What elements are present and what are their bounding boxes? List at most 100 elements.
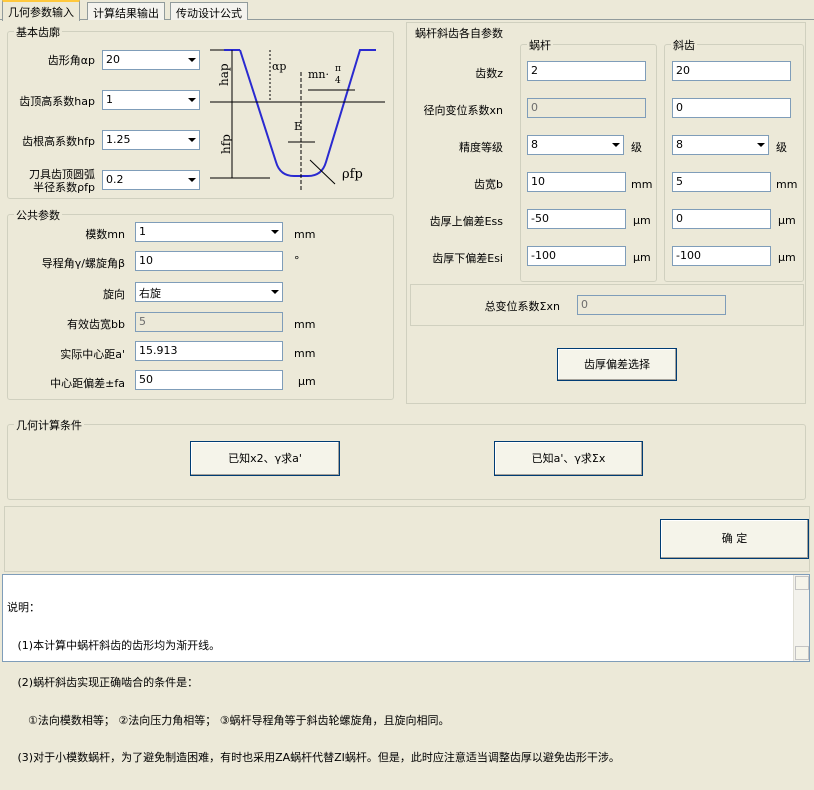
tab-design-formulas[interactable]: 传动设计公式	[170, 2, 248, 20]
addendum-coef-label: 齿顶高系数hap	[19, 95, 95, 108]
dedendum-coef-select[interactable]: 1.25	[102, 130, 200, 150]
worm-header: 蜗杆	[527, 37, 553, 53]
hap-text: hap	[217, 63, 231, 86]
grade-label: 精度等级	[459, 141, 503, 154]
gear-width-input[interactable]: 5	[672, 172, 771, 192]
pi-text: π	[335, 64, 341, 74]
geometry-conditions-group: 几何计算条件	[7, 417, 806, 500]
chevron-down-icon[interactable]	[183, 131, 199, 149]
hand-value: 右旋	[139, 287, 161, 300]
center-label: 实际中心距a'	[60, 348, 125, 361]
worm-width-input[interactable]: 10	[527, 172, 626, 192]
module-select[interactable]: 1	[135, 222, 283, 242]
scroll-up-icon[interactable]	[795, 576, 809, 590]
notes-line: (2)蜗杆斜齿实现正确啮合的条件是：	[7, 676, 199, 689]
dedendum-coef-value: 1.25	[106, 133, 131, 146]
scroll-down-icon[interactable]	[795, 646, 809, 660]
pressure-angle-label: 齿形角αp	[47, 54, 95, 67]
chevron-down-icon[interactable]	[266, 223, 282, 241]
lead-angle-label: 导程角γ/螺旋角β	[41, 257, 125, 270]
face-width-input: 5	[135, 312, 283, 332]
tab-geometry-input[interactable]: 几何参数输入	[2, 0, 80, 21]
mn-text: mn·	[308, 68, 329, 81]
pressure-angle-value: 20	[106, 53, 120, 66]
gear-teeth-input[interactable]: 20	[672, 61, 791, 81]
alpha-text: αp	[272, 60, 286, 73]
module-value: 1	[139, 225, 146, 238]
calc-x-button[interactable]: 已知a'、γ求Σx	[494, 441, 643, 476]
worm-shift-input: 0	[527, 98, 646, 118]
worm-lower-input[interactable]: -100	[527, 246, 626, 266]
four-text: 4	[335, 76, 341, 86]
chevron-down-icon[interactable]	[183, 91, 199, 109]
chevron-down-icon[interactable]	[183, 171, 199, 189]
gear-header: 斜齿	[671, 37, 697, 53]
lead-angle-unit: °	[294, 254, 300, 267]
rho-leader	[309, 159, 336, 185]
hfp-text: hfp	[219, 134, 233, 154]
worm-grade-select[interactable]: 8	[527, 135, 624, 155]
upper-label: 齿厚上偏差Ess	[429, 215, 503, 228]
gear-shift-input[interactable]: 0	[672, 98, 791, 118]
face-width-unit: mm	[294, 318, 316, 331]
notes-textarea[interactable]: 说明： (1)本计算中蜗杆斜齿的齿形均为渐开线。 (2)蜗杆斜齿实现正确啮合的条…	[2, 574, 810, 764]
gear-grade-value: 8	[676, 138, 683, 151]
center-dev-unit: μm	[298, 375, 316, 388]
worm-upper-input[interactable]: -50	[527, 209, 626, 229]
confirm-button[interactable]: 确 定	[660, 519, 809, 559]
module-unit: mm	[294, 228, 316, 241]
gear-width-unit: mm	[776, 178, 798, 191]
worm-grade-value: 8	[531, 138, 538, 151]
addendum-coef-value: 1	[106, 93, 113, 106]
total-shift-input: 0	[577, 295, 726, 315]
lower-label: 齿厚下偏差Esi	[432, 252, 503, 265]
worm-params-title: 蜗杆斜齿各自参数	[415, 27, 503, 40]
gear-grade-select[interactable]: 8	[672, 135, 769, 155]
gear-upper-unit: μm	[778, 214, 796, 227]
chevron-down-icon[interactable]	[183, 51, 199, 69]
chevron-down-icon[interactable]	[266, 283, 282, 301]
gear-lower-unit: μm	[778, 251, 796, 264]
gear-upper-input[interactable]: 0	[672, 209, 771, 229]
tab-results-output[interactable]: 计算结果输出	[87, 2, 165, 20]
center-dev-input[interactable]: 50	[135, 370, 283, 390]
e-text: E	[294, 120, 302, 133]
face-width-label: 有效齿宽bb	[67, 318, 125, 331]
shift-label: 径向变位系数xn	[423, 104, 503, 117]
hand-label: 旋向	[103, 288, 125, 301]
rack-profile-diagram: hap hfp αp mn· π 4 E ρfp	[210, 49, 385, 192]
common-params-title: 公共参数	[14, 207, 62, 223]
tip-radius-select[interactable]: 0.2	[102, 170, 200, 190]
notes-line: (3)对于小模数蜗杆，为了避免制造困难，有时也采用ZA蜗杆代替ZI蜗杆。但是，此…	[7, 751, 620, 764]
thickness-deviation-button[interactable]: 齿厚偏差选择	[557, 348, 677, 381]
geometry-conditions-title: 几何计算条件	[14, 417, 84, 433]
chevron-down-icon[interactable]	[607, 136, 623, 154]
width-label: 齿宽b	[474, 178, 503, 191]
dedendum-coef-label: 齿根高系数hfp	[22, 135, 95, 148]
lead-angle-input[interactable]: 10	[135, 251, 283, 271]
center-dev-label: 中心距偏差±fa	[50, 377, 125, 390]
worm-lower-unit: μm	[633, 251, 651, 264]
center-unit: mm	[294, 347, 316, 360]
gear-lower-input[interactable]: -100	[672, 246, 771, 266]
notes-line: ①法向模数相等； ②法向压力角相等； ③蜗杆导程角等于斜齿轮螺旋角，且旋向相同。	[7, 713, 450, 727]
worm-width-unit: mm	[631, 178, 653, 191]
tip-radius-label-2: 半径系数ρfp	[33, 181, 95, 194]
notes-line: 说明：	[7, 601, 40, 614]
module-label: 模数mn	[85, 228, 125, 241]
addendum-coef-select[interactable]: 1	[102, 90, 200, 110]
pressure-angle-select[interactable]: 20	[102, 50, 200, 70]
hand-select[interactable]: 右旋	[135, 282, 283, 302]
basic-profile-title: 基本齿廓	[14, 24, 62, 40]
chevron-down-icon[interactable]	[752, 136, 768, 154]
worm-teeth-input[interactable]: 2	[527, 61, 646, 81]
calc-a-button[interactable]: 已知x2、γ求a'	[190, 441, 340, 476]
worm-grade-unit: 级	[631, 141, 642, 154]
tab-bar: 几何参数输入 计算结果输出 传动设计公式	[0, 0, 814, 21]
notes-scrollbar[interactable]	[793, 575, 809, 661]
gear-grade-unit: 级	[776, 141, 787, 154]
teeth-label: 齿数z	[475, 67, 503, 80]
center-input[interactable]: 15.913	[135, 341, 283, 361]
tip-radius-value: 0.2	[106, 173, 124, 186]
total-shift-label: 总变位系数Σxn	[484, 300, 560, 313]
